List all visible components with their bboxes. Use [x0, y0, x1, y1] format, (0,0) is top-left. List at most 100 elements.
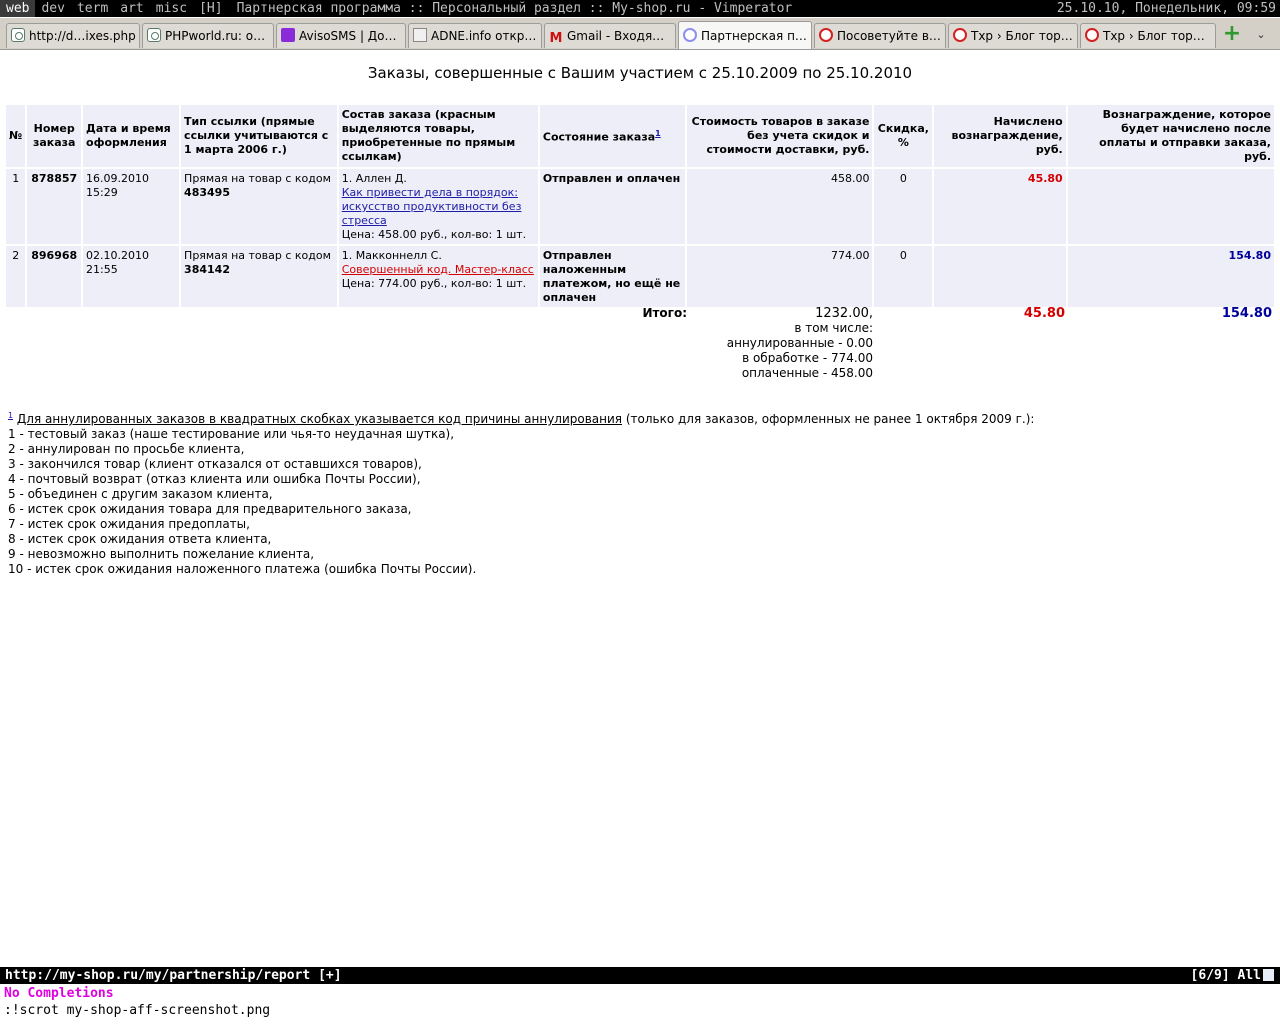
page-icon [1263, 969, 1274, 981]
header-order: Номер заказа [27, 105, 82, 167]
tab-9[interactable]: Txp › Блог тор… [1080, 23, 1216, 48]
mail-icon [281, 28, 295, 42]
row-order-number: 878857 [27, 169, 82, 244]
totals-processing: в обработке - 774.00 [742, 351, 873, 365]
list-item: 10 - истек срок ожидания наложенного пла… [8, 562, 477, 576]
page-icon [11, 28, 25, 42]
order-status: Отправлен наложенным платежом, но ещё не… [542, 249, 681, 304]
link-type-text: Прямая на товар с кодом [184, 249, 331, 262]
product-code: 384142 [184, 263, 230, 276]
row-order-number: 896968 [27, 246, 82, 307]
list-item: 5 - объединен с другим заказом клиента, [8, 487, 273, 501]
header-discount: Скидка, % [874, 105, 933, 167]
tab-7[interactable]: Посоветуйте в… [814, 23, 946, 48]
list-item: 9 - невозможно выполнить пожелание клиен… [8, 547, 315, 561]
totals-paid: оплаченные - 458.00 [741, 366, 873, 380]
page-content: Заказы, совершенные с Вашим участием с 2… [4, 50, 1276, 966]
footnote-intro-link: Для аннулированных заказов в квадратных … [16, 412, 623, 426]
totals-pending: 154.80 [1221, 306, 1272, 321]
footnote-marker[interactable]: 1 [8, 411, 13, 420]
totals-incl: в том числе: [794, 321, 873, 335]
book-link[interactable]: Как привести дела в порядок: искусство п… [342, 186, 522, 227]
wm-tag-art[interactable]: art [114, 0, 149, 17]
tab-2[interactable]: PHPworld.ru: о… [142, 23, 274, 48]
wm-tag-dev[interactable]: dev [35, 0, 70, 17]
header-status: Состояние заказа1 [539, 105, 686, 167]
tab-bar: http://d…ixes.php PHPworld.ru: о… AvisoS… [0, 18, 1280, 50]
book-link[interactable]: Совершенный код. Мастер-класс [342, 263, 534, 276]
tab-title: AvisoSMS | До… [299, 29, 397, 43]
list-item: 8 - истек срок ожидания ответа клиента, [8, 532, 272, 546]
row-accrued [934, 246, 1066, 307]
page-icon [147, 28, 161, 42]
tab-6-active[interactable]: Партнерская п… [678, 21, 812, 49]
row-link-type: Прямая на товар с кодом 483495 [181, 169, 337, 244]
row-accrued: 45.80 [934, 169, 1066, 244]
order-status: Отправлен и оплачен [542, 172, 681, 185]
tab-3[interactable]: AvisoSMS | До… [276, 23, 406, 48]
row-contents: 1. Аллен Д. Как привести дела в порядок: … [338, 169, 538, 244]
gmail-icon: M [549, 31, 563, 46]
header-link-type: Тип ссылки (прямые ссылки учитываются с … [181, 105, 337, 167]
tab-title: PHPworld.ru: о… [165, 29, 266, 43]
row-cost: 774.00 [687, 246, 873, 307]
status-url: http://my-shop.ru/my/partnership/report … [5, 968, 342, 983]
footnote-intro: 1 Для аннулированных заказов в квадратны… [8, 408, 1034, 427]
wm-tag-layout[interactable]: [H] [193, 0, 228, 17]
status-position-block: [6/9] All [1191, 967, 1274, 984]
tab-8[interactable]: Txp › Блог тор… [948, 23, 1078, 48]
loading-icon [683, 28, 697, 42]
opera-icon [1085, 28, 1099, 42]
header-contents: Состав заказа (красным выделяются товары… [338, 105, 538, 167]
table-row: 2 896968 02.10.2010 21:55 Прямая на това… [6, 246, 1274, 307]
totals-label: Итого: [642, 306, 687, 320]
adne-icon [413, 28, 427, 42]
orders-table: № Номер заказа Дата и время оформления Т… [4, 103, 1276, 309]
tab-title: Txp › Блог тор… [971, 29, 1073, 43]
plus-icon[interactable]: + [1222, 23, 1242, 45]
completions-message: No Completions [4, 986, 114, 1001]
list-item: 6 - истек срок ожидания товара для предв… [8, 502, 412, 516]
row-pending: 154.80 [1067, 246, 1274, 307]
footnote-intro-rest: (только для заказов, оформленных не ране… [622, 412, 1035, 426]
book-price: Цена: 774.00 руб., кол-во: 1 шт. [341, 277, 527, 290]
tab-title: Gmail - Входя… [567, 29, 665, 43]
command-line[interactable]: :!scrot my-shop-aff-screenshot.png [4, 1003, 270, 1018]
row-status: Отправлен наложенным платежом, но ещё не… [539, 246, 686, 307]
tab-title: http://d…ixes.php [29, 29, 136, 43]
header-date: Дата и время оформления [83, 105, 180, 167]
list-item: 7 - истек срок ожидания предоплаты, [8, 517, 250, 531]
row-status: Отправлен и оплачен [539, 169, 686, 244]
book-author: 1. Макконнелл С. [341, 249, 442, 262]
totals-cancelled: аннулированные - 0.00 [726, 336, 873, 350]
header-pending: Вознаграждение, которое будет начислено … [1067, 105, 1274, 167]
row-num: 2 [6, 246, 26, 307]
wm-clock: 25.10.10, Понедельник, 09:59 [1056, 1, 1276, 16]
tab-title: Партнерская п… [701, 29, 807, 43]
table-row: 1 878857 16.09.2010 15:29 Прямая на това… [6, 169, 1274, 244]
row-discount: 0 [874, 246, 933, 307]
header-accrued: Начислено вознаграждение, руб. [934, 105, 1066, 167]
header-num: № [6, 105, 26, 167]
wm-tag-term[interactable]: term [71, 0, 114, 17]
header-status-label: Состояние заказа [542, 130, 656, 144]
wm-tag-misc[interactable]: misc [150, 0, 193, 17]
book-price: Цена: 458.00 руб., кол-во: 1 шт. [341, 228, 527, 241]
tab-5[interactable]: M Gmail - Входя… [544, 23, 676, 48]
wm-tag-web[interactable]: web [0, 0, 36, 17]
page-title: Заказы, совершенные с Вашим участием с 2… [367, 64, 913, 82]
table-header-row: № Номер заказа Дата и время оформления Т… [6, 105, 1274, 167]
window-title: Партнерская программа :: Персональный ра… [236, 1, 793, 16]
header-cost: Стоимость товаров в заказе без учета ски… [687, 105, 873, 167]
book-author: 1. Аллен Д. [341, 172, 407, 185]
row-cost: 458.00 [687, 169, 873, 244]
row-num: 1 [6, 169, 26, 244]
footnote-link[interactable]: 1 [655, 129, 661, 138]
chevron-down-icon[interactable]: ⌄ [1253, 27, 1269, 43]
product-code: 483495 [184, 186, 230, 199]
row-discount: 0 [874, 169, 933, 244]
tab-4[interactable]: ADNE.info откр… [408, 23, 542, 48]
footnote-block: 1 Для аннулированных заказов в квадратны… [8, 408, 1034, 577]
link-type-text: Прямая на товар с кодом [184, 172, 331, 185]
tab-1[interactable]: http://d…ixes.php [6, 23, 140, 48]
